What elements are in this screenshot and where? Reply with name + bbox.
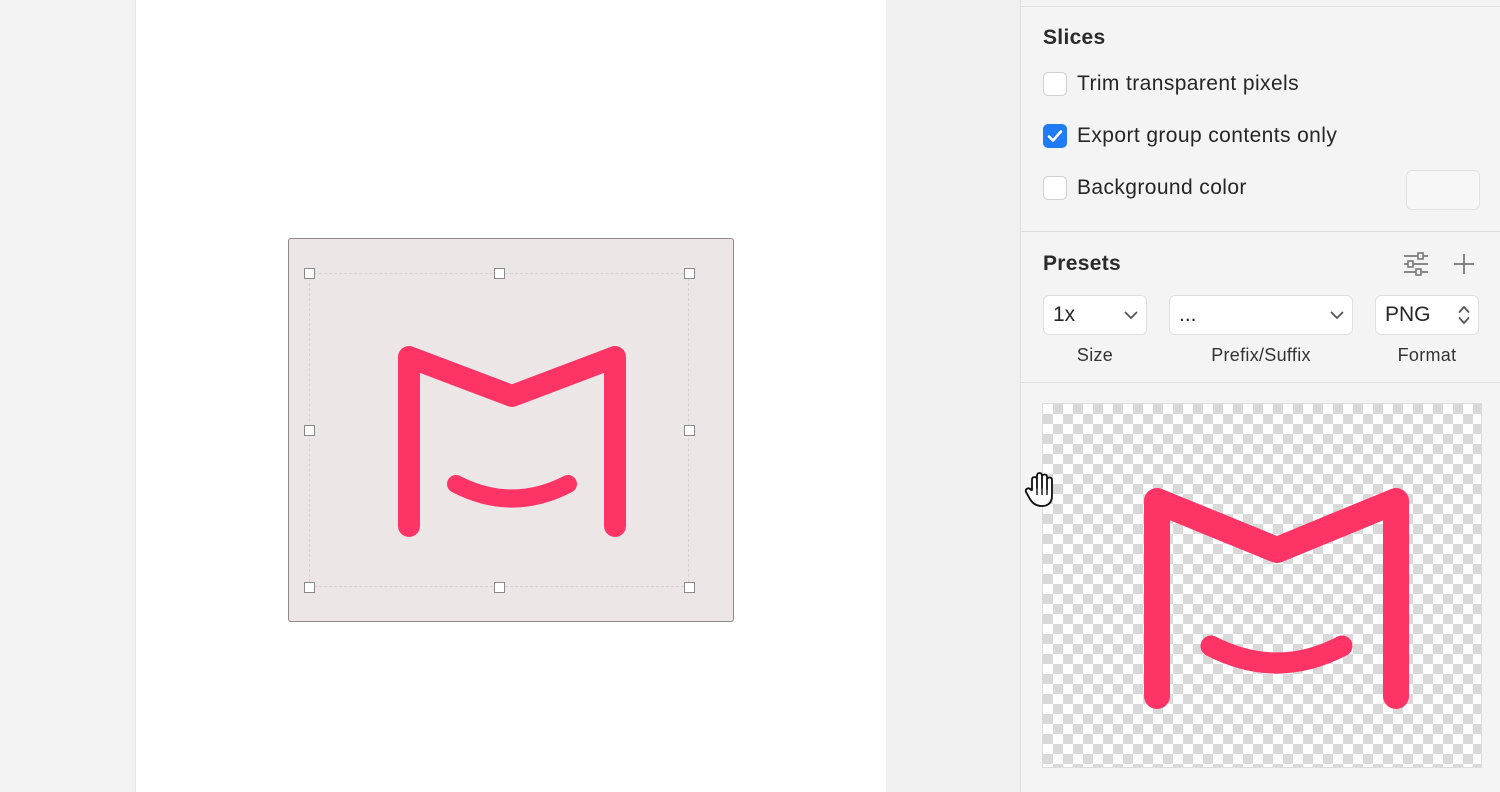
preset-settings-button[interactable] [1401,249,1431,279]
resize-handle-top-right[interactable] [684,268,695,279]
size-select-value: 1x [1053,303,1076,326]
panel-top-divider [1021,6,1500,7]
checkmark-icon [1047,130,1063,142]
option-export-group-contents-only[interactable]: Export group contents only [1043,123,1337,149]
resize-handle-middle-right[interactable] [684,425,695,436]
add-preset-icon [1454,254,1474,274]
prefix-suffix-field-label: Prefix/Suffix [1211,345,1311,365]
size-select[interactable]: 1x [1043,295,1147,335]
format-field-label: Format [1397,345,1457,365]
format-select[interactable]: PNG [1375,295,1479,335]
background-color-checkbox[interactable] [1043,176,1067,200]
format-select-value: PNG [1385,303,1431,326]
prefix-suffix-select[interactable]: ... [1169,295,1353,335]
preset-settings-icon [1404,252,1428,276]
m-logo-preview [1144,488,1409,709]
hand-cursor-icon [1024,472,1053,507]
export-group-contents-checkbox[interactable] [1043,124,1067,148]
background-color-swatch[interactable] [1406,170,1480,210]
canvas-area[interactable] [0,0,1020,792]
option-background-color[interactable]: Background color [1043,175,1247,201]
option-trim-transparent-pixels[interactable]: Trim transparent pixels [1043,71,1299,97]
chevron-down-icon [1124,311,1138,319]
prefix-suffix-value: ... [1179,303,1197,326]
section-divider [1021,382,1500,383]
m-logo-graphic[interactable] [398,345,626,538]
add-preset-button[interactable] [1449,249,1479,279]
section-divider [1021,231,1500,232]
inspector-panel: Slices Trim transparent pixels Export gr… [1020,0,1500,792]
option-label: Trim transparent pixels [1077,72,1299,95]
chevron-down-icon [1330,311,1344,319]
slices-section-title: Slices [1043,26,1106,49]
option-label: Background color [1077,176,1247,199]
resize-handle-top-left[interactable] [304,268,315,279]
resize-handle-bottom-left[interactable] [304,582,315,593]
export-preview [1042,403,1482,768]
trim-transparent-checkbox[interactable] [1043,72,1067,96]
size-field-label: Size [1076,345,1114,365]
stepper-arrows-icon [1458,306,1470,324]
presets-section-title: Presets [1043,252,1121,275]
option-label: Export group contents only [1077,124,1338,147]
resize-handle-bottom-center[interactable] [494,582,505,593]
resize-handle-top-center[interactable] [494,268,505,279]
resize-handle-bottom-right[interactable] [684,582,695,593]
artboard-gutter [886,0,1020,792]
resize-handle-middle-left[interactable] [304,425,315,436]
